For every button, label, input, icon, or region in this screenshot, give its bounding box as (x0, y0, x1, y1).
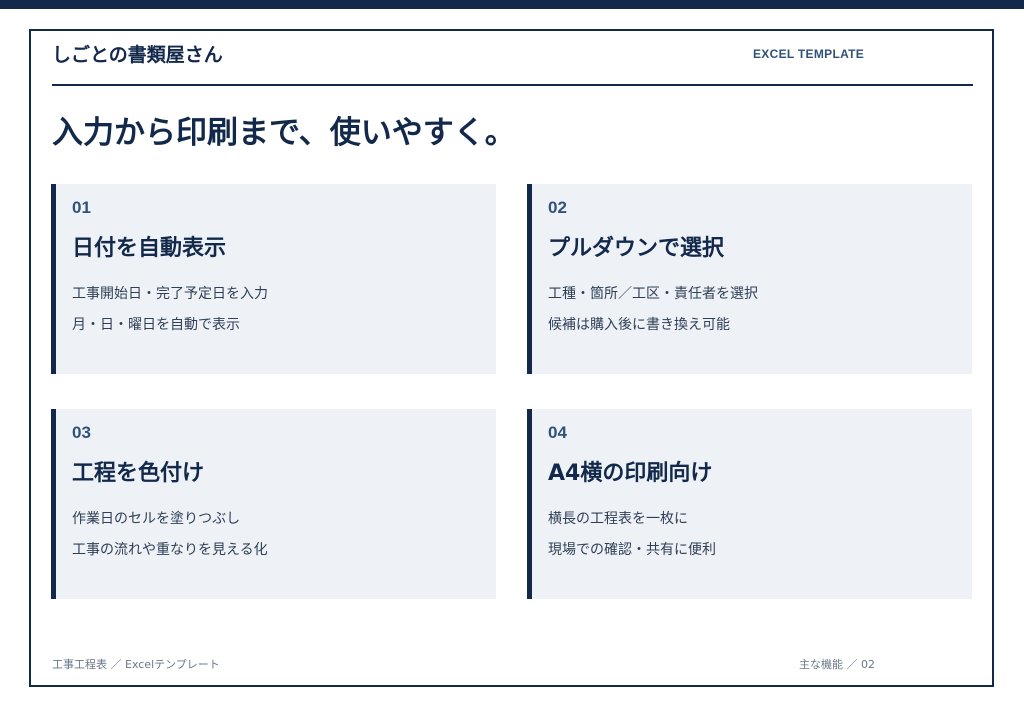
feature-description-line: 横長の工程表を一枚に (548, 511, 688, 527)
feature-title: A4横の印刷向け (548, 461, 713, 486)
feature-card-04: 04 A4横の印刷向け 横長の工程表を一枚に 現場での確認・共有に便利 (527, 409, 972, 599)
feature-description-line: 工種・箇所／工区・責任者を選択 (548, 286, 758, 302)
feature-number: 03 (72, 423, 91, 442)
brand-name: しごとの書類屋さん (52, 44, 223, 66)
feature-title: プルダウンで選択 (548, 236, 725, 261)
page-headline: 入力から印刷まで、使いやすく。 (52, 115, 516, 151)
footer-page-label: 主な機能 ／ 02 (799, 658, 875, 671)
feature-card-03: 03 工程を色付け 作業日のセルを塗りつぶし 工事の流れや重なりを見える化 (51, 409, 496, 599)
feature-description-line: 候補は購入後に書き換え可能 (548, 317, 730, 333)
feature-number: 01 (72, 198, 91, 217)
feature-description-line: 月・日・曜日を自動で表示 (72, 317, 240, 333)
feature-card-02: 02 プルダウンで選択 工種・箇所／工区・責任者を選択 候補は購入後に書き換え可… (527, 184, 972, 374)
footer-document-title: 工事工程表 ／ Excelテンプレート (52, 658, 220, 671)
header-divider (52, 84, 973, 86)
feature-number: 04 (548, 423, 567, 442)
feature-title: 日付を自動表示 (72, 236, 227, 261)
feature-card-01: 01 日付を自動表示 工事開始日・完了予定日を入力 月・日・曜日を自動で表示 (51, 184, 496, 374)
feature-description-line: 作業日のセルを塗りつぶし (72, 511, 241, 527)
feature-description-line: 工事開始日・完了予定日を入力 (72, 286, 268, 302)
template-tag: EXCEL TEMPLATE (753, 47, 865, 61)
top-accent-bar (0, 0, 1024, 9)
feature-number: 02 (548, 198, 567, 217)
feature-title: 工程を色付け (72, 461, 205, 486)
feature-description-line: 現場での確認・共有に便利 (548, 542, 716, 558)
feature-description-line: 工事の流れや重なりを見える化 (72, 542, 268, 558)
